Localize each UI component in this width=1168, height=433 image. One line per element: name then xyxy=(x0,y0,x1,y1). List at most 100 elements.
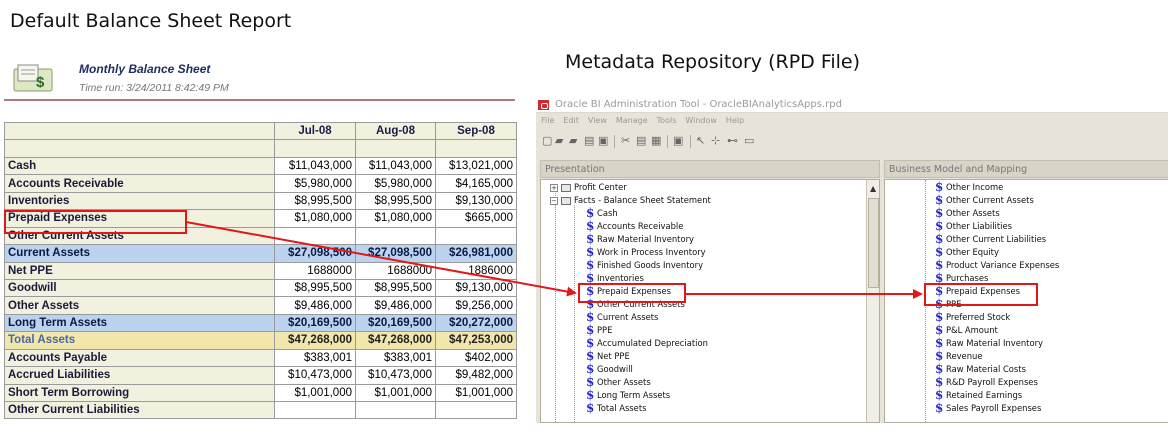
new-icon[interactable]: ▢ xyxy=(542,134,552,147)
expand-icon[interactable]: + xyxy=(550,183,558,192)
collapse-icon[interactable]: − xyxy=(550,196,558,205)
tree-item[interactable]: $ Other Current Liabilities xyxy=(935,233,1046,246)
menu-view[interactable]: View xyxy=(588,116,607,129)
cell-value: $27,098,500 xyxy=(355,244,436,263)
save-icon[interactable]: ▣ xyxy=(598,134,608,147)
tree-item-profit-center[interactable]: + Profit Center xyxy=(550,181,627,194)
tree-item[interactable]: $ R&D Payroll Expenses xyxy=(935,376,1038,389)
diagram-icon[interactable]: ▭ xyxy=(744,134,754,147)
cell-value: $26,981,000 xyxy=(435,244,517,263)
cell-value: $1,001,000 xyxy=(435,383,517,403)
tree-item[interactable]: $ Other Liabilities xyxy=(935,220,1012,233)
tree-item[interactable]: $ Total Assets xyxy=(586,402,646,415)
tree-item[interactable]: $ Finished Goods Inventory xyxy=(586,259,703,272)
menu-edit[interactable]: Edit xyxy=(563,116,579,129)
cell-value: $1,080,000 xyxy=(274,209,356,228)
subtotal-row: Current Assets $27,098,500 $27,098,500 $… xyxy=(4,244,517,263)
tree-item-facts-balance-sheet[interactable]: − Facts - Balance Sheet Statement xyxy=(550,194,711,207)
table-row: Other Assets $9,486,000 $9,486,000 $9,25… xyxy=(4,296,517,315)
table-row: Net PPE 1688000 1688000 1886000 xyxy=(4,261,517,280)
scroll-up-icon[interactable]: ▲ xyxy=(870,184,876,193)
tree-item[interactable]: $ P&L Amount xyxy=(935,324,998,337)
cell-value: $9,486,000 xyxy=(274,296,356,315)
tree-item[interactable]: $ Product Variance Expenses xyxy=(935,259,1059,272)
open-online-icon[interactable]: ▰ xyxy=(569,134,577,147)
cell-value: 1886000 xyxy=(435,261,517,280)
menu-window[interactable]: Window xyxy=(685,116,717,129)
pointer-icon[interactable]: ↖ xyxy=(696,134,705,147)
dollar-icon: $ xyxy=(935,258,944,272)
admin-tool-window: Oracle BI Administration Tool - OracleBI… xyxy=(536,97,1168,423)
cell-value: $20,169,500 xyxy=(274,313,356,333)
tree-item[interactable]: $ Accounts Receivable xyxy=(586,220,683,233)
cell-value xyxy=(435,226,517,246)
cell-value: $27,098,500 xyxy=(274,244,356,263)
column-header[interactable]: Aug-08 xyxy=(355,121,436,141)
menu-bar: File Edit View Manage Tools Window Help xyxy=(536,116,1168,129)
scroll-thumb[interactable] xyxy=(868,198,879,288)
menu-manage[interactable]: Manage xyxy=(616,116,648,129)
tree-item[interactable]: $ Work in Process Inventory xyxy=(586,246,706,259)
report-time-run: Time run: 3/24/2011 8:42:49 PM xyxy=(79,82,229,94)
tree-item[interactable]: $ Sales Payroll Expenses xyxy=(935,402,1041,415)
report-icon: $ xyxy=(12,63,56,93)
dollar-icon: $ xyxy=(935,180,944,194)
paste-icon[interactable]: ▤ xyxy=(636,134,646,147)
tree-item[interactable]: $ Preferred Stock xyxy=(935,311,1010,324)
tree-item[interactable]: $ Other Income xyxy=(935,181,1003,194)
cut-icon[interactable]: ✂ xyxy=(621,134,630,147)
table-row: Short Term Borrowing $1,001,000 $1,001,0… xyxy=(4,383,517,403)
dollar-icon: $ xyxy=(935,232,944,246)
oracle-app-icon xyxy=(538,100,549,110)
dollar-icon: $ xyxy=(586,349,595,363)
row-label: Accounts Receivable xyxy=(4,174,275,193)
complex-join-icon[interactable]: ⊷ xyxy=(727,134,738,147)
dollar-icon: $ xyxy=(586,336,595,350)
tree-item[interactable]: $ Current Assets xyxy=(586,311,658,324)
row-label: Net PPE xyxy=(4,261,275,280)
cell-value: $47,268,000 xyxy=(274,331,356,350)
open-icon[interactable]: ▰ xyxy=(555,134,563,147)
dollar-icon: $ xyxy=(935,193,944,207)
tree-item[interactable]: $ Raw Material Costs xyxy=(935,363,1026,376)
copy-icon[interactable]: ▤ xyxy=(584,134,594,147)
menu-help[interactable]: Help xyxy=(726,116,744,129)
right-heading: Metadata Repository (RPD File) xyxy=(565,51,861,73)
dollar-icon: $ xyxy=(586,219,595,233)
column-header[interactable]: Sep-08 xyxy=(435,121,517,141)
cell-value: $8,995,500 xyxy=(355,278,436,298)
tree-item[interactable]: $ Long Term Assets xyxy=(586,389,670,402)
row-label: Other Assets xyxy=(4,296,275,315)
browse-icon[interactable]: ▣ xyxy=(673,134,683,147)
tree-item[interactable]: $ Raw Material Inventory xyxy=(586,233,694,246)
dollar-icon: $ xyxy=(935,388,944,402)
row-label: Long Term Assets xyxy=(4,313,275,333)
window-title: Oracle BI Administration Tool - OracleBI… xyxy=(555,99,842,110)
presentation-scrollbar[interactable]: ▲ xyxy=(866,180,879,422)
dollar-icon: $ xyxy=(586,206,595,220)
cell-value: $383,001 xyxy=(355,348,436,368)
tree-item[interactable]: $ Retained Earnings xyxy=(935,389,1022,402)
menu-tools[interactable]: Tools xyxy=(657,116,677,129)
join-icon[interactable]: ⊹ xyxy=(711,134,720,147)
row-label: Short Term Borrowing xyxy=(4,383,275,403)
menu-file[interactable]: File xyxy=(541,116,554,129)
tree-item[interactable]: $ Other Equity xyxy=(935,246,999,259)
delete-icon[interactable]: ▦ xyxy=(651,134,661,147)
subtotal-row: Long Term Assets $20,169,500 $20,169,500… xyxy=(4,313,517,333)
tree-item[interactable]: $ Other Assets xyxy=(586,376,651,389)
left-heading: Default Balance Sheet Report xyxy=(10,10,292,32)
balance-sheet-table: Jul-08 Aug-08 Sep-08 Cash $11,043,000 $1… xyxy=(4,121,517,420)
tree-item[interactable]: $ Other Current Assets xyxy=(935,194,1034,207)
toolbar: ▢ ▰ ▰ ▤ ▣ ✂ ▤ ▦ ▣ ↖ ⊹ ⊷ ▭ xyxy=(536,130,1168,150)
cell-value: $10,473,000 xyxy=(274,366,356,385)
dollar-icon: $ xyxy=(586,362,595,376)
highlight-report-prepaid-expenses xyxy=(4,210,187,234)
tree-item[interactable]: $ Other Assets xyxy=(935,207,1000,220)
tree-item[interactable]: $ Raw Material Inventory xyxy=(935,337,1043,350)
tree-item[interactable]: $ Accumulated Depreciation xyxy=(586,337,708,350)
dollar-icon: $ xyxy=(935,206,944,220)
column-header[interactable]: Jul-08 xyxy=(274,121,356,141)
highlight-bmm-prepaid-expenses xyxy=(924,283,1038,306)
table-row: Cash $11,043,000 $11,043,000 $13,021,000 xyxy=(4,156,517,176)
